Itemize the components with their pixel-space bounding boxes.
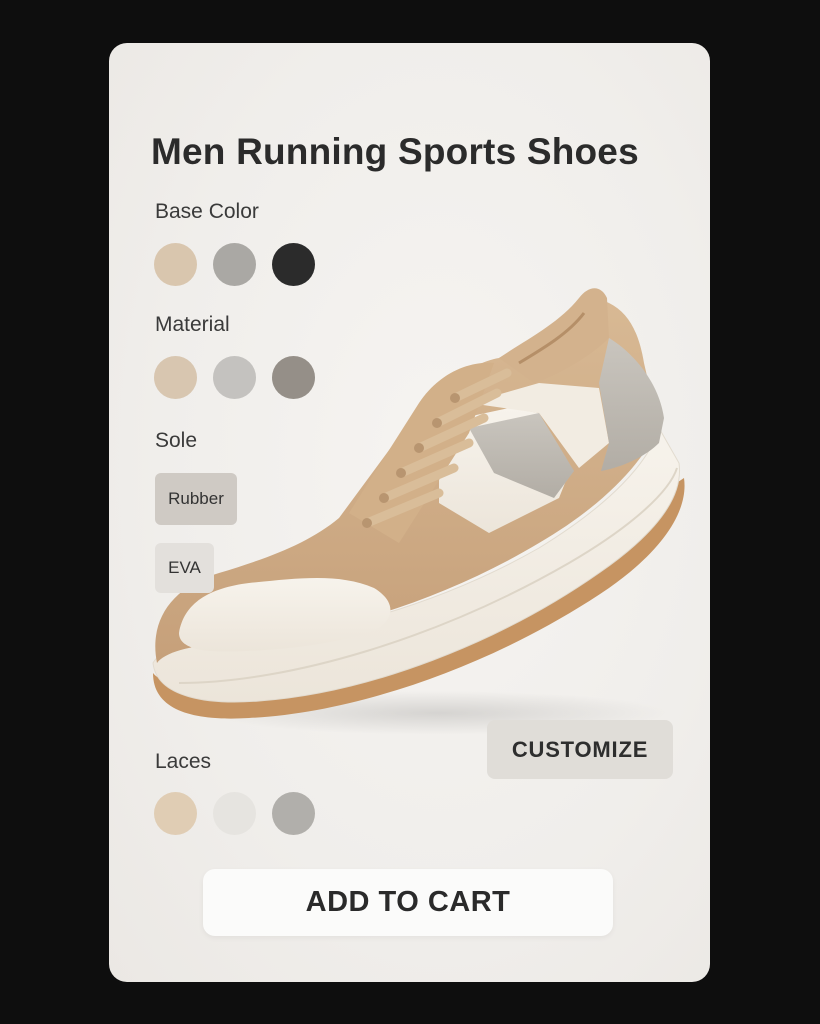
add-to-cart-button[interactable]: ADD TO CART	[203, 869, 613, 936]
product-title: Men Running Sports Shoes	[151, 131, 639, 172]
base-color-label: Base Color	[155, 200, 259, 223]
customize-button[interactable]: CUSTOMIZE	[487, 720, 673, 779]
material-swatch-taupe[interactable]	[272, 356, 315, 399]
material-swatch-mesh[interactable]	[213, 356, 256, 399]
sole-option-rubber[interactable]: Rubber	[155, 473, 237, 525]
laces-swatch-grey[interactable]	[272, 792, 315, 835]
base-color-swatch-grey[interactable]	[213, 243, 256, 286]
base-color-swatch-tan[interactable]	[154, 243, 197, 286]
sole-option-eva[interactable]: EVA	[155, 543, 214, 593]
laces-label: Laces	[155, 750, 212, 773]
laces-swatch-tan[interactable]	[154, 792, 197, 835]
laces-swatch-white[interactable]	[213, 792, 256, 835]
base-color-swatch-black[interactable]	[272, 243, 315, 286]
material-swatch-suede[interactable]	[154, 356, 197, 399]
material-label: Material	[155, 313, 230, 336]
sole-label: Sole	[155, 429, 198, 452]
product-card: Men Running Sports Shoes Base Color Mate…	[109, 43, 710, 982]
